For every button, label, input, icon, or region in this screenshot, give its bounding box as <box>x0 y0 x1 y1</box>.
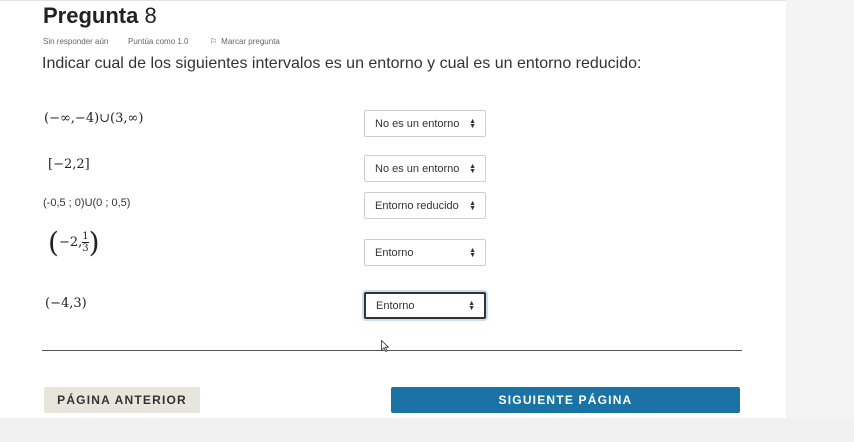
divider-line <box>42 350 742 351</box>
next-page-button[interactable]: SIGUIENTE PÁGINA <box>391 387 740 413</box>
answer-select-2[interactable]: No es un entorno ▲ ▼ <box>364 155 486 182</box>
interval-label-1: (−∞,−4)∪(3,∞) <box>44 111 144 126</box>
flag-question-link[interactable]: ⚐ Marcar pregunta <box>210 37 280 46</box>
mouse-cursor-icon <box>381 340 389 352</box>
interval-4-prefix: −2, <box>58 235 83 250</box>
sort-arrows-icon: ▲ ▼ <box>468 299 475 312</box>
flag-icon: ⚐ <box>210 37 218 46</box>
interval-label-4: (−2, 1 3) <box>48 226 100 259</box>
open-paren: ( <box>48 226 59 259</box>
answer-select-4[interactable]: Entorno ▲ ▼ <box>364 239 486 266</box>
answer-select-2-value: No es un entorno <box>375 162 460 175</box>
sort-arrows-icon: ▲ ▼ <box>469 246 476 259</box>
question-status: Sin responder aún <box>43 37 109 46</box>
interval-label-2: [−2,2] <box>48 157 90 172</box>
question-word: Pregunta <box>43 3 139 28</box>
answer-select-5[interactable]: Entorno ▲ ▼ <box>364 292 486 319</box>
right-margin <box>786 0 854 418</box>
sort-arrows-icon: ▲ ▼ <box>469 117 476 130</box>
close-paren: ) <box>88 226 100 259</box>
answer-select-4-value: Entorno <box>375 246 414 259</box>
sort-arrows-icon: ▲ ▼ <box>469 199 476 212</box>
answer-select-1[interactable]: No es un entorno ▲ ▼ <box>364 110 486 137</box>
answer-select-5-value: Entorno <box>376 299 415 312</box>
answer-select-3[interactable]: Entorno reducido ▲ ▼ <box>364 192 486 219</box>
interval-label-3: (-0,5 ; 0)U(0 ; 0,5) <box>43 197 131 209</box>
flag-question-label: Marcar pregunta <box>221 37 280 46</box>
answer-select-1-value: No es un entorno <box>375 117 460 130</box>
interval-label-5: (−4,3) <box>45 296 87 311</box>
question-heading: Pregunta 8 <box>43 3 157 29</box>
question-score: Puntúa como 1.0 <box>128 37 189 46</box>
top-border <box>0 0 786 1</box>
question-number: 8 <box>144 3 157 28</box>
question-prompt: Indicar cual de los siguientes intervalo… <box>42 55 642 72</box>
previous-page-button[interactable]: PÁGINA ANTERIOR <box>44 387 200 413</box>
sort-arrows-icon: ▲ ▼ <box>469 162 476 175</box>
answer-select-3-value: Entorno reducido <box>375 199 459 212</box>
